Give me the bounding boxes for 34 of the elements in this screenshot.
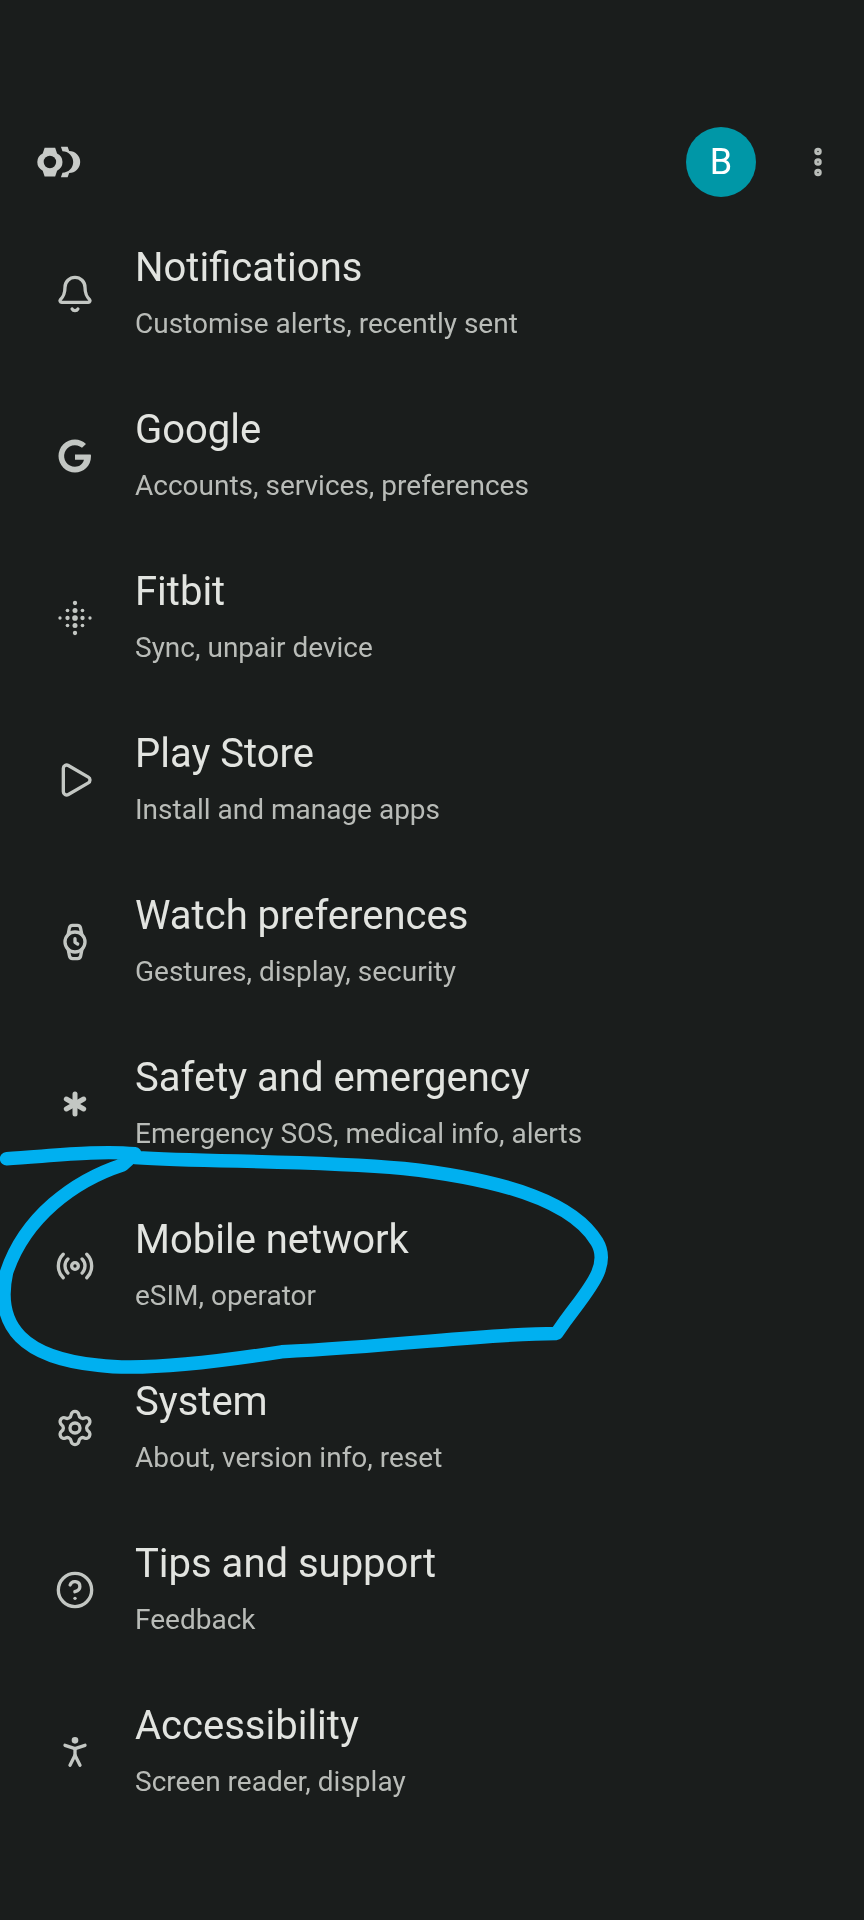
item-subtitle: Feedback <box>135 1602 257 1638</box>
item-title: Tips and support <box>135 1540 436 1588</box>
item-subtitle: About, version info, reset <box>135 1440 443 1476</box>
settings-item[interactable]: Tips and support Feedback <box>0 1509 864 1671</box>
item-subtitle: Install and manage apps <box>135 792 441 828</box>
settings-item[interactable]: Watch preferences Gestures, display, security <box>0 861 864 1023</box>
avatar[interactable]: B <box>686 127 756 197</box>
item-title: System <box>135 1378 269 1426</box>
item-subtitle: Customise alerts, recently sent <box>135 306 518 342</box>
item-title: Safety and emergency <box>135 1054 531 1102</box>
item-subtitle: Sync, unpair device <box>135 630 373 666</box>
item-title: Fitbit <box>135 568 227 616</box>
item-title: Mobile network <box>135 1216 409 1264</box>
item-subtitle: eSIM, operator <box>135 1278 318 1314</box>
item-title: Play Store <box>135 730 315 778</box>
settings-item[interactable]: Mobile network eSIM, operator <box>0 1185 864 1347</box>
item-title: Notifications <box>135 244 364 292</box>
item-subtitle: Accounts, services, preferences <box>135 468 529 504</box>
settings-item[interactable]: System About, version info, reset <box>0 1347 864 1509</box>
item-subtitle: Gestures, display, security <box>135 954 457 990</box>
item-subtitle: Screen reader, display <box>135 1764 406 1800</box>
item-subtitle: Emergency SOS, medical info, alerts <box>135 1116 583 1152</box>
settings-icon <box>55 1408 95 1448</box>
item-title: Google <box>135 406 263 454</box>
settings-item[interactable]: Notifications Customise alerts, recently sent <box>0 213 864 375</box>
settings-item[interactable]: Google Accounts, services, preferences <box>0 375 864 537</box>
item-title: Accessibility <box>135 1702 360 1750</box>
help-icon <box>55 1570 95 1610</box>
settings-item[interactable]: Fitbit Sync, unpair device <box>0 537 864 699</box>
item-title: Watch preferences <box>135 892 469 940</box>
settings-item[interactable]: Accessibility Screen reader, display <box>0 1671 864 1833</box>
bell-icon <box>55 274 95 314</box>
settings-item[interactable]: Play Store Install and manage apps <box>0 699 864 861</box>
settings-item[interactable]: Safety and emergency Emergency SOS, medical info, alerts <box>0 1023 864 1185</box>
